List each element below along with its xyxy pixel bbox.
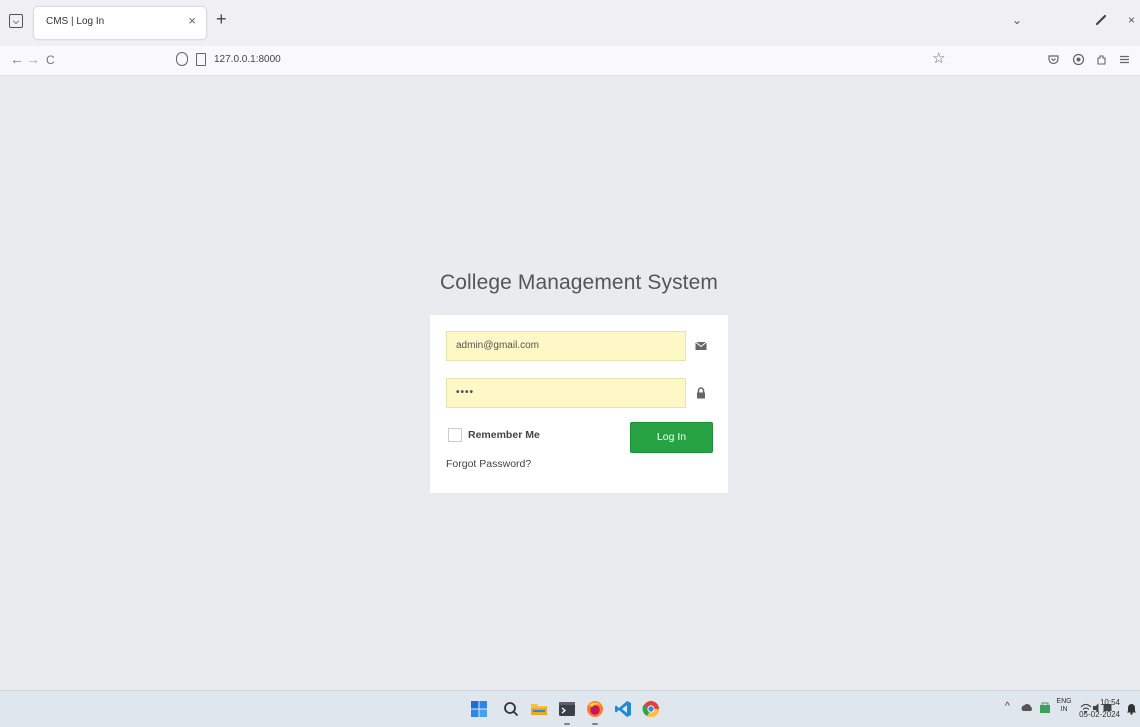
tab-close-icon[interactable]: × (188, 14, 196, 27)
remember-me-checkbox[interactable] (448, 428, 462, 442)
browser-tab-strip: CMS | Log In × + ⌄ × (0, 0, 1140, 46)
windows-start-icon[interactable] (470, 700, 488, 718)
vscode-icon[interactable] (614, 700, 632, 718)
firefox-icon[interactable] (586, 700, 604, 718)
bookmark-star-icon[interactable]: ☆ (932, 51, 945, 66)
lock-icon (697, 387, 705, 399)
login-form: admin@gmail.com •••• Remember Me Log In … (430, 315, 728, 493)
navigation-bar: ← → C 127.0.0.1:8000 ☆ (0, 46, 1140, 76)
clock-date: 05-02-2024 (1079, 710, 1120, 719)
page-info-icon[interactable] (196, 53, 206, 66)
back-button[interactable]: ← (10, 52, 24, 66)
notification-bell-icon[interactable] (1126, 702, 1137, 715)
email-field[interactable]: admin@gmail.com (446, 331, 686, 361)
taskbar-clock[interactable]: 10:54 05-02-2024 (1070, 697, 1120, 721)
url-text[interactable]: 127.0.0.1:8000 (214, 54, 281, 65)
login-button[interactable]: Log In (630, 422, 713, 453)
tab-title: CMS | Log In (46, 16, 105, 27)
language-region: IN (1060, 706, 1068, 713)
remember-me-label[interactable]: Remember Me (468, 429, 540, 441)
pocket-icon[interactable] (1047, 53, 1060, 66)
taskbar: ^ ENG IN 10:54 05-02-2024 (0, 690, 1140, 727)
tab-list-icon[interactable] (9, 14, 23, 28)
login-brand-title: College Management System (440, 271, 718, 294)
window-close-icon[interactable]: × (1128, 14, 1135, 26)
clock-time: 10:54 (1099, 698, 1120, 707)
search-icon[interactable] (502, 700, 520, 718)
show-hidden-icons-chevron-icon[interactable]: ^ (1005, 702, 1010, 712)
chrome-icon[interactable] (642, 700, 660, 718)
terminal-icon[interactable] (558, 700, 576, 718)
password-field[interactable]: •••• (446, 378, 686, 408)
address-bar[interactable]: 127.0.0.1:8000 (176, 50, 956, 72)
firefox-running-indicator (592, 723, 598, 725)
list-all-tabs-icon[interactable]: ⌄ (1012, 14, 1022, 26)
extension-icon[interactable] (1072, 53, 1085, 66)
extensions-puzzle-icon[interactable] (1095, 53, 1108, 66)
new-tab-button[interactable]: + (216, 10, 227, 28)
store-app-icon[interactable] (1038, 701, 1052, 715)
onedrive-icon[interactable] (1020, 701, 1034, 715)
tracking-protection-icon[interactable] (176, 52, 188, 66)
reload-button[interactable]: C (46, 54, 55, 66)
terminal-running-indicator (564, 723, 570, 725)
envelope-icon (695, 341, 707, 350)
minimize-icon[interactable] (1094, 13, 1108, 27)
file-explorer-icon[interactable] (530, 700, 548, 718)
forgot-password-link[interactable]: Forgot Password? (446, 458, 531, 470)
forward-button[interactable]: → (26, 52, 40, 66)
browser-tab-active[interactable]: CMS | Log In × (34, 7, 206, 39)
menu-icon[interactable] (1118, 53, 1131, 66)
